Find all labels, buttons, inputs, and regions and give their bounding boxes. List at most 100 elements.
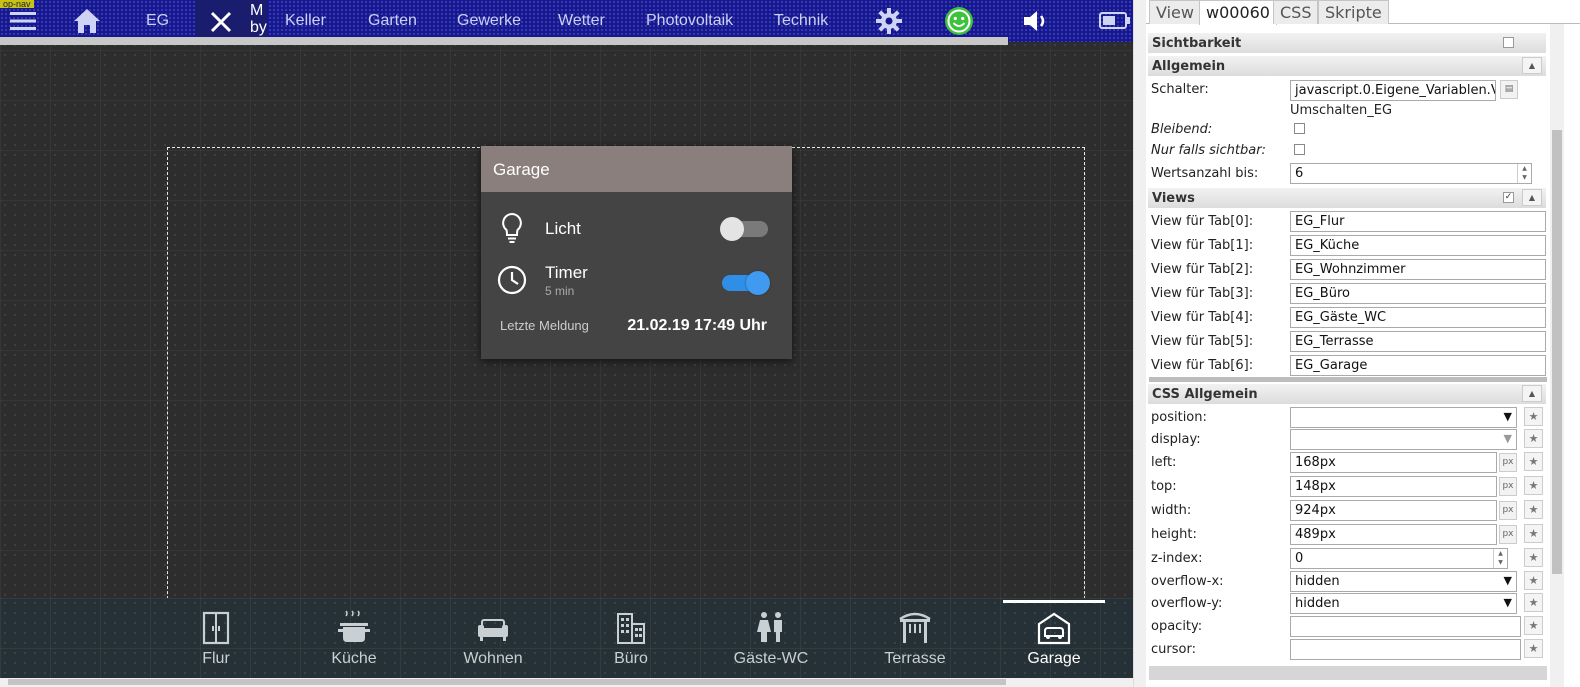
timer-row: Timer 5 min xyxy=(481,261,792,301)
nav-link-garten[interactable]: Garten xyxy=(368,12,417,30)
timer-toggle[interactable] xyxy=(722,271,770,295)
tab-wohnen-label: Wohnen xyxy=(463,650,523,667)
tab-flur[interactable]: Flur xyxy=(156,608,276,674)
tab-view[interactable]: View xyxy=(1149,0,1201,24)
css-position-select[interactable]: ▼ xyxy=(1290,407,1517,428)
view-tab-4-input[interactable]: EG_Gäste_WC xyxy=(1290,307,1546,328)
bleibend-checkbox[interactable] xyxy=(1294,123,1305,134)
spinner-icon[interactable]: ▲ ▼ xyxy=(1493,549,1507,568)
view-tab-3-label: View für Tab[3]: xyxy=(1151,286,1254,301)
view-tab-5-input[interactable]: EG_Terrasse xyxy=(1290,331,1546,352)
nav-link-technik[interactable]: Technik xyxy=(774,12,828,30)
view-tab-6-input[interactable]: EG_Garage xyxy=(1290,355,1546,376)
collapse-icon[interactable]: ▲ xyxy=(1522,189,1542,206)
view-tab-3-input[interactable]: EG_Büro xyxy=(1290,283,1546,304)
css-overflow-y-select[interactable]: hidden ▼ xyxy=(1290,593,1517,614)
css-overflow-x-select[interactable]: hidden ▼ xyxy=(1290,571,1517,592)
canvas-horizontal-scrollbar[interactable] xyxy=(0,678,1133,687)
view-tab-1-input[interactable]: EG_Küche xyxy=(1290,235,1546,256)
star-icon[interactable]: ★ xyxy=(1524,429,1543,448)
close-icon[interactable] xyxy=(206,7,236,37)
sichtbarkeit-checkbox[interactable] xyxy=(1503,37,1514,48)
view-tab-0-input[interactable]: EG_Flur xyxy=(1290,211,1546,232)
section-sichtbarkeit-title: Sichtbarkeit xyxy=(1152,36,1242,51)
tab-kueche[interactable]: Küche xyxy=(294,608,414,674)
css-cursor-input[interactable] xyxy=(1290,639,1521,660)
nav-link-wetter[interactable]: Wetter xyxy=(558,12,605,30)
tab-css[interactable]: CSS xyxy=(1273,0,1319,24)
tab-buero-label: Büro xyxy=(614,650,648,667)
licht-toggle[interactable] xyxy=(720,217,768,241)
css-left-input[interactable]: 168px xyxy=(1290,452,1497,473)
nav-link-gewerke[interactable]: Gewerke xyxy=(457,12,521,30)
collapse-icon[interactable]: ▲ xyxy=(1522,385,1542,402)
star-icon[interactable]: ★ xyxy=(1524,616,1543,635)
css-zindex-label: z-index: xyxy=(1151,551,1203,566)
section-views[interactable]: Views ✓ ▲ xyxy=(1148,188,1546,208)
wertsanzahl-input[interactable]: 6 ▲ ▼ xyxy=(1290,163,1532,184)
view-tab-2-label: View für Tab[2]: xyxy=(1151,262,1254,277)
restroom-icon xyxy=(757,612,782,642)
css-height-input[interactable]: 489px xyxy=(1290,524,1497,545)
view-tab-5-label: View für Tab[5]: xyxy=(1151,334,1254,349)
section-allgemein[interactable]: Allgemein ▲ xyxy=(1148,56,1546,76)
schalter-input[interactable]: javascript.0.Eigene_Variablen.V xyxy=(1290,80,1496,101)
nur-sichtbar-label: Nur falls sichtbar: xyxy=(1151,143,1266,158)
nav-link-eg[interactable]: EG xyxy=(146,12,169,30)
css-height-unit[interactable]: px xyxy=(1499,525,1517,544)
css-width-unit[interactable]: px xyxy=(1499,501,1517,520)
spinner-icon[interactable]: ▲ ▼ xyxy=(1517,164,1531,183)
section-sichtbarkeit[interactable]: Sichtbarkeit xyxy=(1148,33,1546,53)
star-icon[interactable]: ★ xyxy=(1524,500,1543,519)
hamburger-menu-icon[interactable] xyxy=(8,6,38,36)
tab-buero[interactable]: Büro xyxy=(571,608,691,674)
css-display-select[interactable]: ▼ xyxy=(1290,429,1517,450)
css-opacity-input[interactable] xyxy=(1290,616,1521,637)
star-icon[interactable]: ★ xyxy=(1524,639,1543,658)
tab-garage[interactable]: Garage xyxy=(994,608,1114,674)
object-browser-icon[interactable]: ▤ xyxy=(1500,80,1518,99)
canvas-vertical-scrollbar[interactable] xyxy=(1133,0,1146,687)
gear-icon[interactable] xyxy=(874,6,904,36)
tab-terrasse[interactable]: Terrasse xyxy=(855,608,975,674)
star-icon[interactable]: ★ xyxy=(1524,452,1543,471)
tab-gaeste-wc[interactable]: Gäste-WC xyxy=(711,608,831,674)
css-top-unit[interactable]: px xyxy=(1499,477,1517,496)
cooking-pot-icon xyxy=(338,610,370,642)
close-area[interactable]: M by xyxy=(195,0,267,42)
star-icon[interactable]: ★ xyxy=(1524,571,1543,590)
nur-sichtbar-checkbox[interactable] xyxy=(1294,144,1305,155)
css-zindex-value: 0 xyxy=(1295,551,1304,566)
smiley-icon[interactable] xyxy=(944,6,974,36)
view-tab-2-input[interactable]: EG_Wohnzimmer xyxy=(1290,259,1546,280)
wertsanzahl-value: 6 xyxy=(1295,166,1304,181)
home-icon[interactable] xyxy=(72,6,102,36)
star-icon[interactable]: ★ xyxy=(1524,548,1543,567)
tab-flur-label: Flur xyxy=(202,650,230,667)
speaker-volume-icon[interactable] xyxy=(1021,6,1051,36)
vis-editor-canvas[interactable]: op-nav EG M by Keller Garten Gewerke Wet… xyxy=(0,0,1133,678)
star-icon[interactable]: ★ xyxy=(1524,476,1543,495)
tab-skripte[interactable]: Skripte xyxy=(1318,0,1389,24)
panel-scroll-thumb[interactable] xyxy=(1552,130,1562,574)
nav-link-photovoltaik[interactable]: Photovoltaik xyxy=(646,12,733,30)
collapse-icon[interactable]: ▲ xyxy=(1522,57,1542,74)
panel-vertical-scrollbar[interactable] xyxy=(1550,24,1564,687)
tab-wohnen[interactable]: Wohnen xyxy=(433,608,553,674)
css-zindex-input[interactable]: 0 ▲ ▼ xyxy=(1290,548,1508,569)
star-icon[interactable]: ★ xyxy=(1524,524,1543,543)
tab-widget[interactable]: w00060 xyxy=(1199,0,1277,25)
active-tab-indicator xyxy=(1003,600,1105,603)
scroll-thumb[interactable] xyxy=(8,679,1006,685)
css-overflow-x-value: hidden xyxy=(1295,574,1340,589)
css-width-input[interactable]: 924px xyxy=(1290,500,1497,521)
section-css-allgemein-title: CSS Allgemein xyxy=(1152,387,1258,402)
section-css-allgemein[interactable]: CSS Allgemein ▲ xyxy=(1148,384,1546,404)
css-top-input[interactable]: 148px xyxy=(1290,476,1497,497)
css-left-unit[interactable]: px xyxy=(1499,453,1517,472)
star-icon[interactable]: ★ xyxy=(1524,593,1543,612)
star-icon[interactable]: ★ xyxy=(1524,407,1543,426)
views-checkbox[interactable]: ✓ xyxy=(1503,192,1514,203)
css-position-label: position: xyxy=(1151,410,1207,425)
nav-link-keller[interactable]: Keller xyxy=(285,12,326,30)
